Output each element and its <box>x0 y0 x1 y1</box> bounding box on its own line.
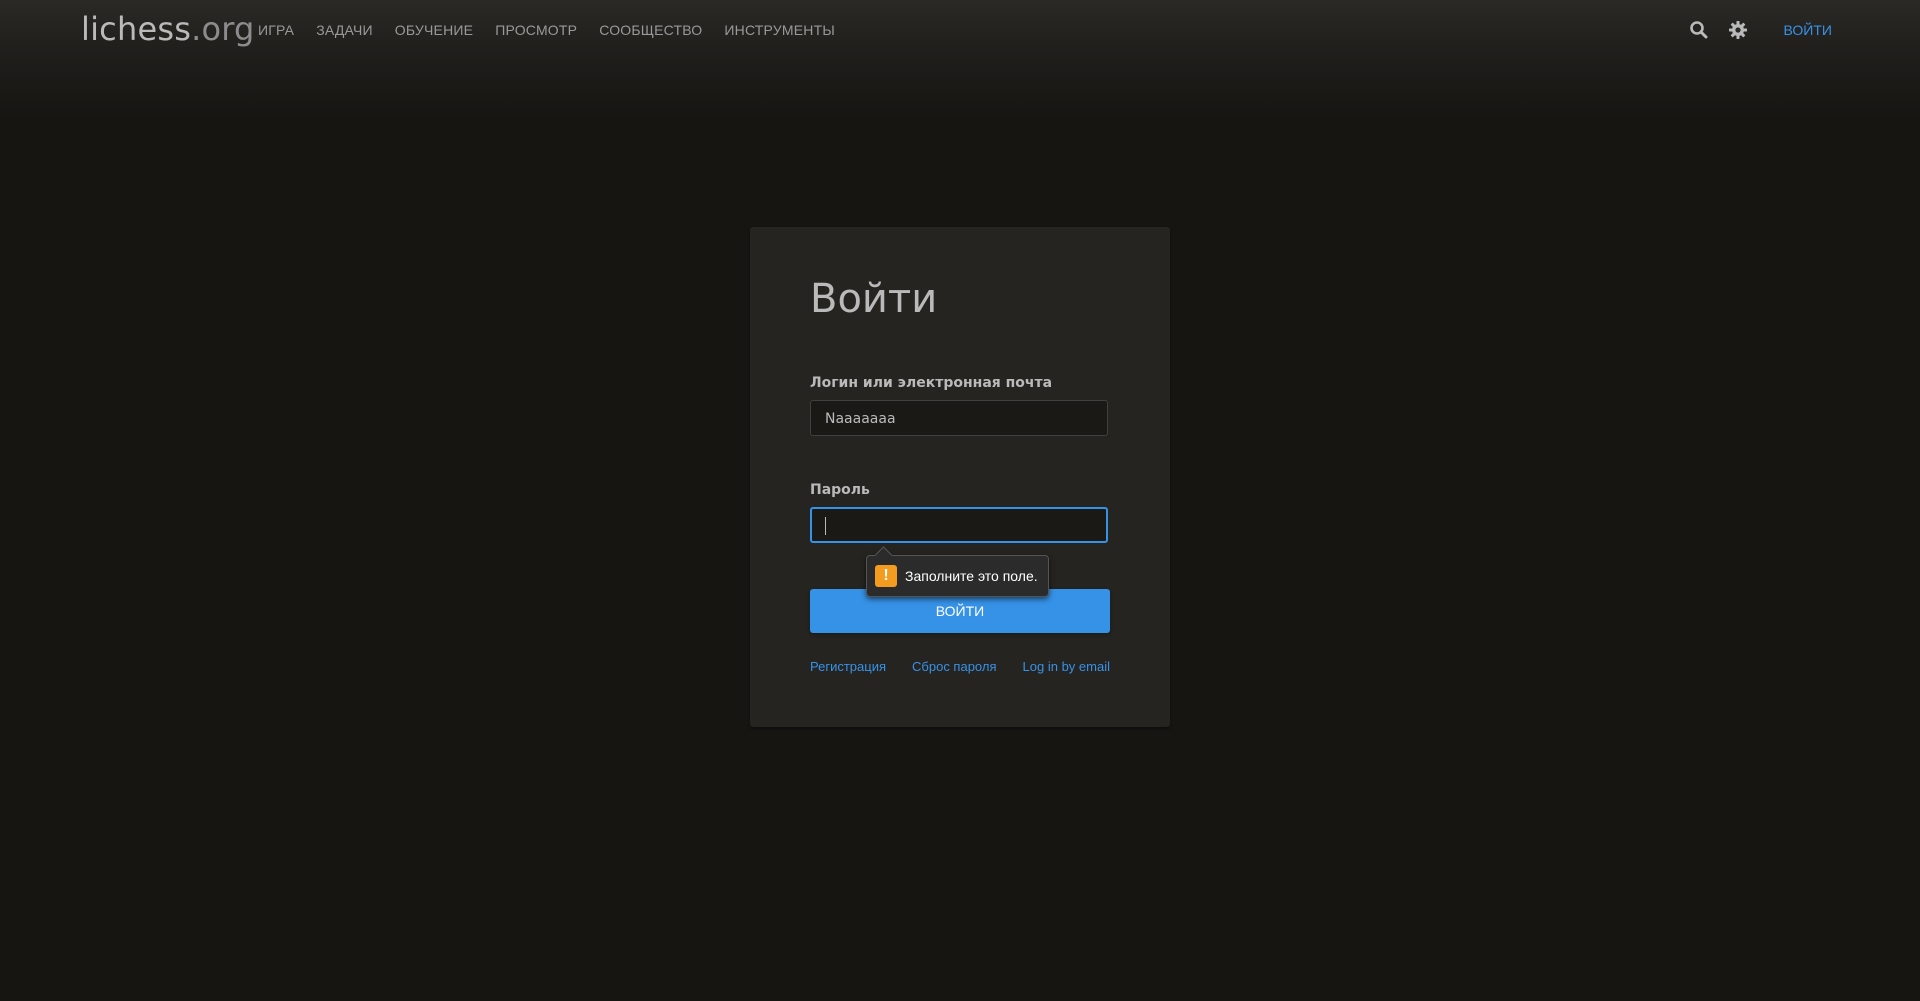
validation-message: Заполните это поле. <box>905 568 1038 584</box>
password-field[interactable] <box>810 507 1108 543</box>
site-logo[interactable]: lichess.org <box>81 9 255 49</box>
logo-tld: .org <box>191 10 255 48</box>
main-nav: ИГРА ЗАДАЧИ ОБУЧЕНИЕ ПРОСМОТР СООБЩЕСТВО… <box>258 20 857 40</box>
email-login-link[interactable]: Log in by email <box>1023 659 1110 674</box>
header-signin-link[interactable]: ВОЙТИ <box>1784 20 1832 40</box>
username-field[interactable]: Naaaaaaa <box>810 400 1108 436</box>
text-caret <box>825 517 826 535</box>
gear-icon[interactable] <box>1728 20 1748 40</box>
warning-icon: ! <box>875 565 897 587</box>
login-card: Войти Логин или электронная почта Naaaaa… <box>750 227 1170 727</box>
validation-tooltip: ! Заполните это поле. <box>866 546 1049 597</box>
search-icon[interactable] <box>1689 20 1709 40</box>
login-links: Регистрация Сброс пароля Log in by email <box>810 659 1110 674</box>
password-label: Пароль <box>810 482 870 498</box>
reset-password-link[interactable]: Сброс пароля <box>912 659 996 674</box>
nav-item-learn[interactable]: ОБУЧЕНИЕ <box>395 20 473 40</box>
top-bar: lichess.org ИГРА ЗАДАЧИ ОБУЧЕНИЕ ПРОСМОТ… <box>0 0 1920 120</box>
nav-item-puzzles[interactable]: ЗАДАЧИ <box>316 20 373 40</box>
nav-item-play[interactable]: ИГРА <box>258 20 294 40</box>
logo-main: lichess <box>81 10 192 48</box>
nav-item-tools[interactable]: ИНСТРУМЕНТЫ <box>724 20 835 40</box>
page-title: Войти <box>810 276 938 322</box>
nav-item-community[interactable]: СООБЩЕСТВО <box>599 20 702 40</box>
username-label: Логин или электронная почта <box>810 375 1053 391</box>
nav-item-watch[interactable]: ПРОСМОТР <box>495 20 577 40</box>
register-link[interactable]: Регистрация <box>810 659 886 674</box>
